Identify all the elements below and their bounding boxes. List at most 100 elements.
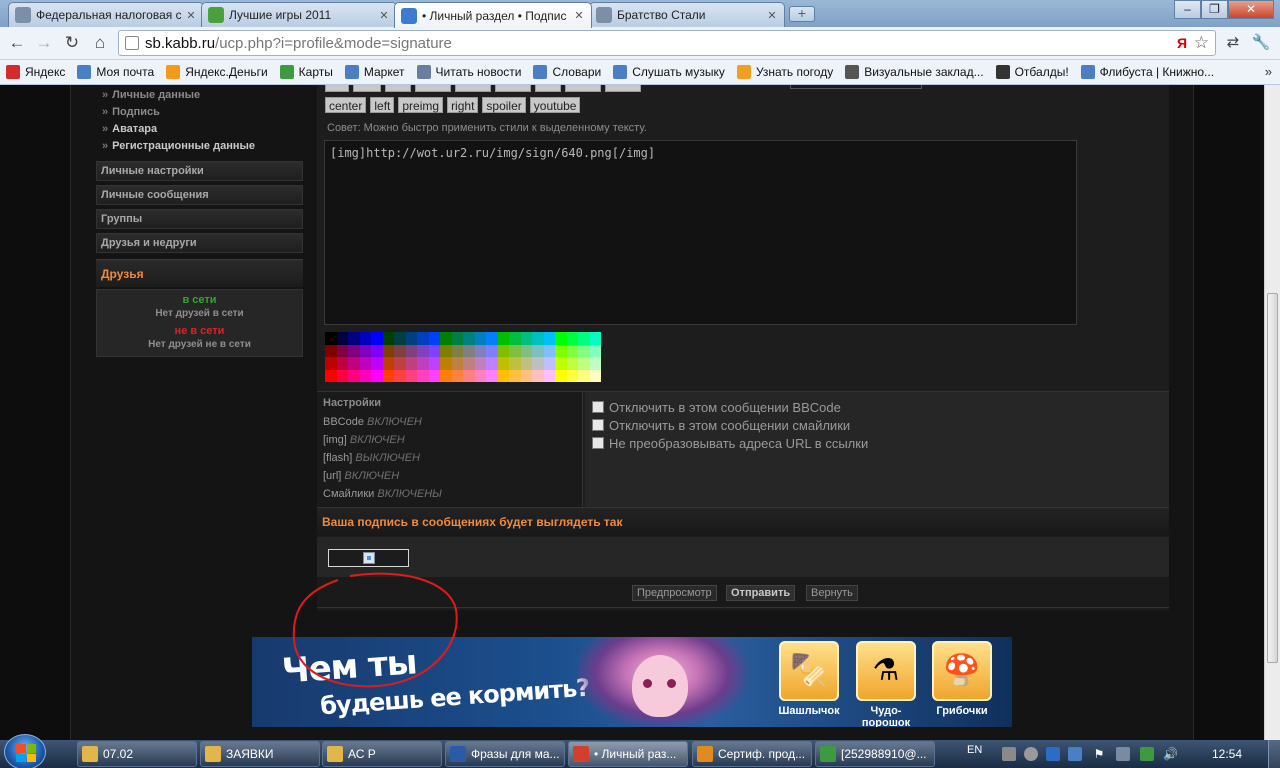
color-swatch[interactable]: [509, 332, 521, 345]
language-indicator[interactable]: EN: [967, 744, 982, 756]
color-swatch[interactable]: [497, 357, 509, 370]
color-swatch[interactable]: [555, 332, 567, 345]
color-swatch[interactable]: [348, 332, 360, 345]
color-swatch[interactable]: [405, 344, 417, 357]
bookmark-item[interactable]: Карты: [279, 65, 333, 79]
sidebar-menu-friends-foes[interactable]: Друзья и недруги: [96, 233, 303, 253]
minimize-button[interactable]: –: [1174, 0, 1201, 19]
address-bar[interactable]: sb.kabb.ru/ucp.php?i=profile&mode=signat…: [118, 30, 1216, 56]
color-swatch[interactable]: [371, 357, 383, 370]
tray-monitor-icon[interactable]: [1068, 747, 1082, 761]
color-swatch[interactable]: [325, 332, 337, 345]
wrench-icon[interactable]: 🔧: [1250, 32, 1272, 54]
bbcode-button[interactable]: [385, 85, 411, 92]
bbcode-button[interactable]: [325, 85, 349, 92]
color-swatch[interactable]: [440, 332, 452, 345]
color-swatch[interactable]: [486, 369, 498, 382]
color-swatch[interactable]: [509, 344, 521, 357]
color-swatch[interactable]: [359, 369, 371, 382]
bbcode-center-button[interactable]: center: [325, 97, 367, 113]
color-swatch[interactable]: [336, 332, 348, 345]
color-swatch[interactable]: [555, 369, 567, 382]
color-swatch[interactable]: [497, 369, 509, 382]
show-desktop-button[interactable]: [1268, 740, 1280, 768]
color-swatch[interactable]: [474, 332, 486, 345]
bookmark-item[interactable]: Словари: [533, 65, 601, 79]
color-swatch[interactable]: [440, 344, 452, 357]
bbcode-right-button[interactable]: right: [447, 97, 479, 113]
color-swatch[interactable]: [474, 369, 486, 382]
bbcode-button[interactable]: [495, 85, 531, 92]
color-swatch[interactable]: [566, 369, 578, 382]
clock[interactable]: 12:54: [1212, 747, 1242, 761]
color-swatch[interactable]: [428, 344, 440, 357]
bbcode-button[interactable]: [605, 85, 641, 92]
color-swatch[interactable]: [382, 344, 394, 357]
bbcode-preimg-button[interactable]: preimg: [398, 97, 444, 113]
tab-personal-section[interactable]: • Личный раздел • Подпис ✕: [394, 2, 592, 28]
color-swatch[interactable]: [578, 369, 590, 382]
bookmark-star-icon[interactable]: ☆: [1194, 33, 1209, 53]
color-swatch[interactable]: [474, 357, 486, 370]
color-swatch[interactable]: [463, 332, 475, 345]
volume-icon[interactable]: 🔊: [1163, 747, 1178, 761]
color-swatch[interactable]: [543, 332, 555, 345]
color-swatch[interactable]: [417, 344, 429, 357]
signature-textarea[interactable]: [img]http://wot.ur2.ru/img/sign/640.png[…: [324, 140, 1077, 325]
sidebar-item-registration[interactable]: » Регистрационные данные: [96, 138, 303, 155]
color-swatch[interactable]: [566, 357, 578, 370]
game-banner[interactable]: Чем ты будешь ее кормить? 🍢 Шашлычок ⚗ Ч…: [252, 637, 1012, 727]
tab-best-games[interactable]: Лучшие игры 2011 ✕: [201, 2, 397, 27]
bbcode-youtube-button[interactable]: youtube: [529, 97, 581, 113]
bbcode-button[interactable]: [565, 85, 601, 92]
sidebar-menu-personal-settings[interactable]: Личные настройки: [96, 161, 303, 181]
close-icon[interactable]: ✕: [185, 9, 197, 22]
bbcode-left-button[interactable]: left: [370, 97, 395, 113]
window-close-button[interactable]: ✕: [1228, 0, 1274, 19]
color-swatch[interactable]: [336, 357, 348, 370]
taskbar-item[interactable]: • Личный раз...: [568, 741, 688, 767]
color-swatch[interactable]: [348, 357, 360, 370]
color-swatch[interactable]: [382, 369, 394, 382]
tray-disc-icon[interactable]: [1024, 747, 1038, 761]
bookmark-item[interactable]: Слушать музыку: [613, 65, 725, 79]
disable-magic-url-option[interactable]: Не преобразовывать адреса URL в ссылки: [592, 434, 1169, 452]
color-swatch[interactable]: [463, 357, 475, 370]
scrollbar-thumb[interactable]: [1267, 293, 1278, 663]
color-swatch[interactable]: [520, 332, 532, 345]
disable-bbcode-checkbox[interactable]: [592, 401, 604, 413]
qip-tray-icon[interactable]: [1140, 747, 1154, 761]
bbcode-button[interactable]: [455, 85, 491, 92]
home-icon[interactable]: ⌂: [89, 32, 111, 54]
color-swatch[interactable]: [405, 369, 417, 382]
color-swatch[interactable]: [589, 357, 601, 370]
color-swatch[interactable]: [428, 357, 440, 370]
color-swatch[interactable]: [371, 332, 383, 345]
color-swatch[interactable]: [520, 344, 532, 357]
sidebar-item-avatar[interactable]: » Аватара: [96, 121, 303, 138]
color-swatch[interactable]: [405, 357, 417, 370]
tray-app-icon[interactable]: [1002, 747, 1016, 761]
bookmark-item[interactable]: Визуальные заклад...: [845, 65, 984, 79]
page-scrollbar[interactable]: [1264, 85, 1280, 740]
color-swatch[interactable]: [543, 369, 555, 382]
sidebar-menu-private-messages[interactable]: Личные сообщения: [96, 185, 303, 205]
color-swatch[interactable]: [474, 344, 486, 357]
color-swatch[interactable]: [348, 344, 360, 357]
color-swatch[interactable]: [555, 344, 567, 357]
bookmark-item[interactable]: Флибуста | Книжно...: [1080, 65, 1214, 79]
network-icon[interactable]: [1116, 747, 1130, 761]
taskbar-item[interactable]: [252988910@...: [815, 741, 935, 767]
color-swatch[interactable]: [371, 369, 383, 382]
color-swatch[interactable]: [509, 369, 521, 382]
color-swatch[interactable]: [428, 369, 440, 382]
sidebar-item-signature[interactable]: » Подпись: [96, 104, 303, 121]
color-swatch[interactable]: [325, 357, 337, 370]
color-swatch[interactable]: [532, 369, 544, 382]
font-size-select[interactable]: [790, 85, 922, 89]
color-swatch[interactable]: [463, 369, 475, 382]
color-swatch[interactable]: [589, 369, 601, 382]
tab-brotherhood-of-steel[interactable]: Братство Стали ✕: [589, 2, 785, 27]
color-swatch[interactable]: [486, 357, 498, 370]
submit-button[interactable]: Отправить: [726, 585, 796, 601]
